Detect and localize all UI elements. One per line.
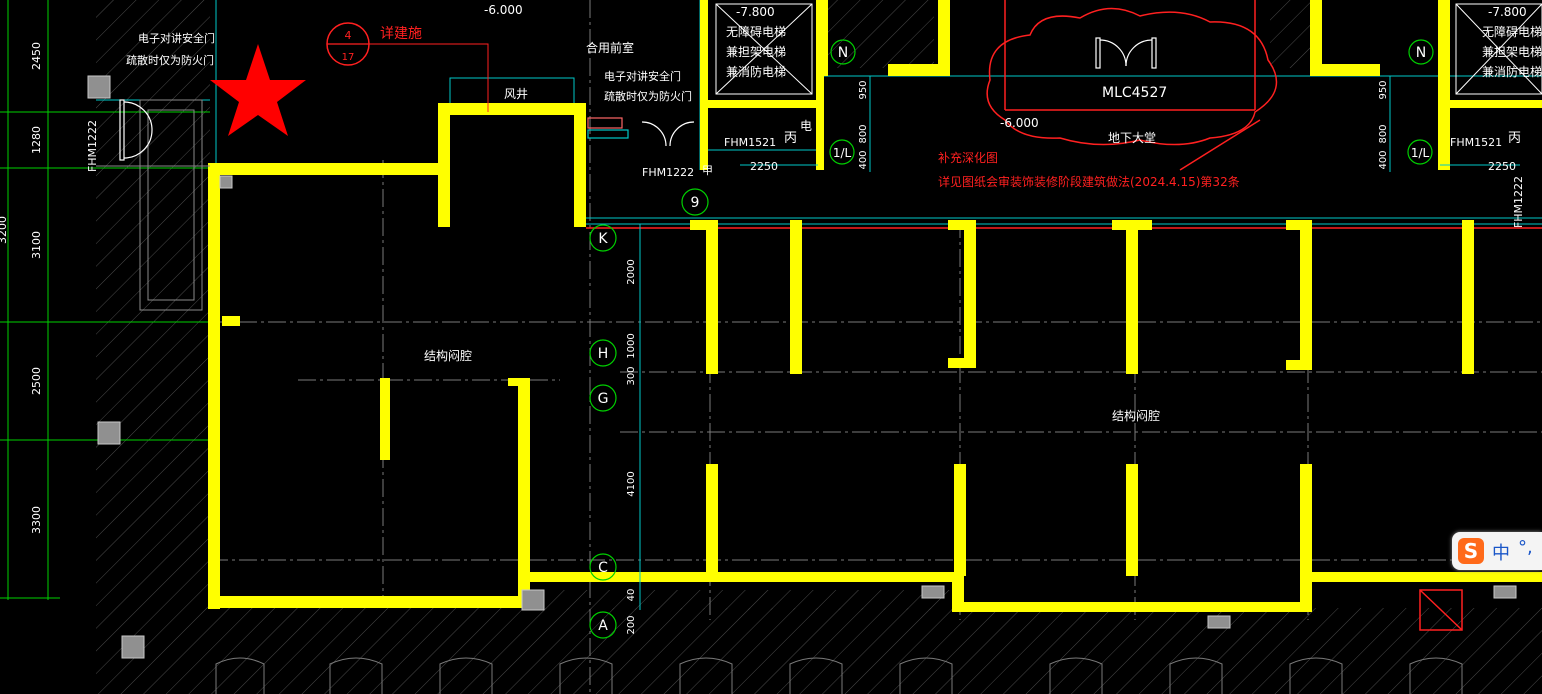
ime-punctuation-toggle[interactable]: °, [1518, 537, 1533, 558]
dim-2000: 2000 [626, 259, 637, 284]
dim-2500: 2500 [30, 367, 43, 395]
ime-language-toggle[interactable]: 中 [1492, 539, 1510, 565]
door-tag-fhm1222-right: FHM1222 [1512, 176, 1525, 228]
dim-2250-a: 2250 [750, 160, 778, 173]
cavity-label-right: 结构闷腔 [1112, 408, 1160, 423]
dim-partial: 3200 [0, 216, 9, 244]
detail-callout: 4 17 详建施 [326, 22, 440, 66]
door-note-left-2: 疏散时仅为防火门 [126, 53, 214, 67]
dim-4100: 4100 [626, 471, 637, 496]
elevation-lobby: -6.000 [1000, 116, 1039, 130]
cad-viewport[interactable]: 4 17 详建施 K H G C A N N 1/L 1/L 9 2450 12… [0, 0, 1542, 694]
elevator-a-line3: 兼消防电梯 [726, 64, 786, 79]
dim-400-a: 400 [858, 150, 869, 169]
lobby-label: 地下大堂 [1108, 131, 1156, 145]
axis-h: H [598, 346, 609, 362]
axis-g: G [598, 391, 609, 407]
door-tag-fhm1521-a: FHM1521 [724, 136, 776, 149]
window-tag-mlc4527: MLC4527 [1102, 85, 1167, 101]
door-tag-fhm1222-left: FHM1222 [86, 120, 99, 172]
elevator-b-line3: 兼消防电梯 [1482, 64, 1542, 79]
dim-2450: 2450 [30, 42, 43, 70]
class-a-mark: 甲 [702, 164, 713, 177]
door-note-mid-1: 电子对讲安全门 [604, 69, 681, 83]
dim-950-b: 950 [1378, 80, 1389, 99]
class-c-b: 丙 [1508, 131, 1521, 146]
axis-9: 9 [691, 195, 700, 211]
walls [208, 0, 1542, 612]
hatch-top-block-a [818, 0, 934, 68]
shared-anteroom-label: 合用前室 [586, 40, 634, 55]
hatch-left-strip [96, 0, 210, 694]
elevation-top: -6.000 [484, 3, 523, 17]
air-shaft-label: 风井 [504, 87, 528, 101]
dim-40: 40 [626, 589, 637, 602]
elevator-a-line1: 无障碍电梯 [726, 24, 786, 39]
dim-400-b: 400 [1378, 150, 1389, 169]
axis-1l-2: 1/L [1411, 146, 1430, 160]
detail-sheet: 17 [342, 52, 355, 63]
door-note-mid-2: 疏散时仅为防火门 [604, 89, 692, 103]
supplement-title: 补充深化图 [938, 150, 998, 165]
dim-1280: 1280 [30, 126, 43, 154]
class-c-a: 丙 [784, 131, 797, 146]
dim-200: 200 [626, 615, 637, 634]
elevator-b-line1: 无障碍电梯 [1482, 24, 1542, 39]
elevator-a-line2: 兼担架电梯 [726, 45, 786, 59]
elevation-elevator-b: -7.800 [1488, 5, 1527, 19]
dim-300: 300 [626, 366, 637, 385]
dim-2250-b: 2250 [1488, 160, 1516, 173]
ime-toolbar[interactable]: S 中 °, [1452, 532, 1542, 570]
axis-n-1: N [838, 45, 848, 61]
door-tag-fhm1222-mid: FHM1222 [642, 166, 694, 179]
dim-950-a: 950 [858, 80, 869, 99]
axis-n-2: N [1416, 45, 1426, 61]
dim-800-a: 800 [858, 124, 869, 143]
floor-plan-drawing[interactable]: 4 17 详建施 K H G C A N N 1/L 1/L 9 2450 12… [0, 0, 1542, 694]
ime-logo-icon[interactable]: S [1458, 538, 1484, 564]
hatch-bottom-mid [540, 590, 960, 610]
elevation-elevator-a: -7.800 [736, 5, 775, 19]
detail-number: 4 [345, 29, 352, 42]
supplement-note: 详见图纸会审装饰装修阶段建筑做法(2024.4.15)第32条 [938, 174, 1240, 189]
cavity-label-left: 结构闷腔 [424, 348, 472, 363]
door-tag-fhm1521-b: FHM1521 [1450, 136, 1502, 149]
dim-1000: 1000 [626, 333, 637, 358]
grid-lines [210, 0, 1542, 694]
elevator-b-line2: 兼担架电梯 [1482, 45, 1542, 59]
detail-note: 详建施 [380, 26, 422, 42]
axis-1l-1: 1/L [833, 146, 852, 160]
axis-k: K [598, 231, 608, 247]
red-star-marker [210, 44, 306, 136]
axis-c: C [598, 560, 608, 576]
hatch-top-block-b [1270, 0, 1316, 68]
axis-a: A [598, 618, 608, 634]
dim-3100: 3100 [30, 231, 43, 259]
door-note-left-1: 电子对讲安全门 [138, 31, 215, 45]
dim-3300: 3300 [30, 506, 43, 534]
dim-800-b: 800 [1378, 124, 1389, 143]
electric-mark: 电 [800, 119, 812, 133]
